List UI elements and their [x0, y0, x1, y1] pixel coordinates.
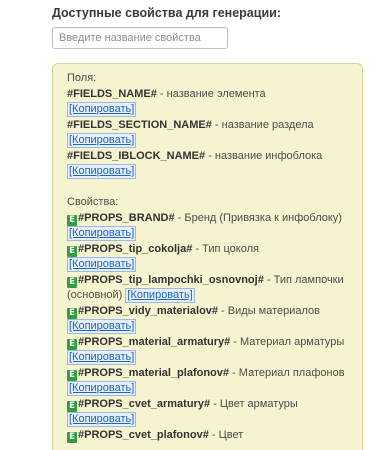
- section-title: Доступные свойства для генерации:: [52, 6, 281, 20]
- property-description: - Материал арматуры: [230, 335, 345, 348]
- property-entry: E #PROPS_vidy_materialov# - Виды материал…: [67, 304, 348, 335]
- property-entry: E #PROPS_cvet_armatury# - Цвет арматуры [К…: [67, 397, 348, 428]
- element-badge-icon: E: [67, 369, 77, 381]
- property-code[interactable]: #PROPS_BRAND#: [78, 212, 175, 224]
- element-badge-icon: E: [67, 214, 77, 226]
- property-entry: E #PROPS_material_plafonov# - Материал пл…: [67, 366, 348, 397]
- field-description: - название элемента: [156, 87, 266, 100]
- copy-button[interactable]: [Копировать]: [67, 102, 137, 117]
- property-code[interactable]: #PROPS_material_armatury#: [78, 336, 230, 348]
- property-code[interactable]: #PROPS_tip_lampochki_osnovnoj#: [78, 274, 264, 286]
- copy-button[interactable]: [Копировать]: [67, 257, 137, 272]
- field-entry: #FIELDS_SECTION_NAME# - название раздела…: [67, 118, 348, 149]
- property-description: - Цвет арматуры: [210, 397, 298, 410]
- property-entry: E #PROPS_cvet_plafonov# - Цвет: [67, 428, 348, 444]
- property-entry: E #PROPS_tip_cokolja# - Тип цоколя [Копиро…: [67, 242, 348, 273]
- copy-button[interactable]: [Копировать]: [67, 133, 137, 148]
- copy-button[interactable]: [Копировать]: [125, 288, 195, 303]
- element-badge-icon: E: [67, 431, 77, 443]
- property-code[interactable]: #PROPS_material_plafonov#: [78, 367, 229, 379]
- property-description: - Виды материалов: [218, 304, 321, 317]
- field-description: - название инфоблока: [205, 149, 323, 162]
- property-code[interactable]: #PROPS_cvet_armatury#: [78, 398, 210, 410]
- element-badge-icon: E: [67, 307, 77, 319]
- field-code[interactable]: #FIELDS_NAME#: [67, 88, 157, 100]
- field-entry: #FIELDS_IBLOCK_NAME# - название инфоблок…: [67, 149, 348, 180]
- properties-panel: Поля: #FIELDS_NAME# - название элемента […: [52, 63, 363, 450]
- field-code[interactable]: #FIELDS_SECTION_NAME#: [67, 119, 212, 131]
- property-search-input[interactable]: [52, 27, 228, 49]
- copy-button[interactable]: [Копировать]: [67, 319, 137, 334]
- element-badge-icon: E: [67, 400, 77, 412]
- property-description: - Тип цоколя: [192, 242, 259, 255]
- copy-button[interactable]: [Копировать]: [67, 226, 137, 241]
- property-description: - Цвет: [208, 428, 244, 441]
- copy-button[interactable]: [Копировать]: [67, 412, 137, 427]
- property-code[interactable]: #PROPS_cvet_plafonov#: [78, 429, 209, 441]
- property-code[interactable]: #PROPS_vidy_materialov#: [78, 305, 218, 317]
- property-description: - Бренд (Привязка к инфоблоку): [174, 211, 342, 224]
- fields-heading: Поля:: [67, 72, 97, 84]
- field-description: - название раздела: [211, 118, 314, 131]
- field-code[interactable]: #FIELDS_IBLOCK_NAME#: [67, 150, 205, 162]
- properties-heading: Свойства:: [67, 196, 119, 208]
- copy-button[interactable]: [Копировать]: [67, 381, 137, 396]
- copy-button[interactable]: [Копировать]: [67, 350, 137, 365]
- property-entry: E #PROPS_BRAND# - Бренд (Привязка к инфоб…: [67, 211, 348, 242]
- element-badge-icon: E: [67, 338, 77, 350]
- property-entry: E #PROPS_tip_lampochki_osnovnoj# - Тип ла…: [67, 273, 348, 304]
- property-code[interactable]: #PROPS_tip_cokolja#: [78, 243, 192, 255]
- copy-button[interactable]: [Копировать]: [67, 164, 137, 179]
- field-entry: #FIELDS_NAME# - название элемента [Копиро…: [67, 87, 348, 118]
- element-badge-icon: E: [67, 276, 77, 288]
- property-entry: E #PROPS_material_armatury# - Материал ар…: [67, 335, 348, 366]
- element-badge-icon: E: [67, 245, 77, 257]
- property-description: - Материал плафонов: [229, 366, 345, 379]
- generation-properties-page: Доступные свойства для генерации: Поля: …: [0, 0, 389, 450]
